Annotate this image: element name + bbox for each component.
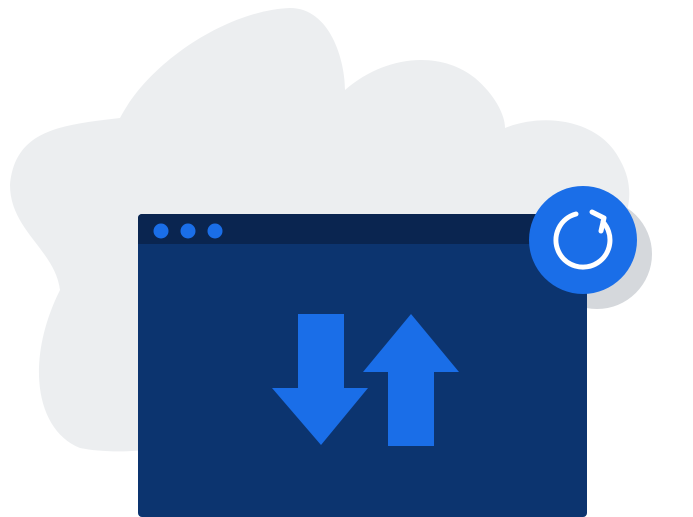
window-body (138, 214, 587, 517)
window-dot (153, 223, 169, 239)
window-controls (153, 223, 223, 239)
sync-illustration (10, 8, 652, 517)
window-dot (207, 223, 223, 239)
refresh-badge-circle (529, 186, 637, 294)
window-dot (180, 223, 196, 239)
refresh-badge (529, 186, 637, 294)
browser-window-icon (138, 214, 587, 517)
